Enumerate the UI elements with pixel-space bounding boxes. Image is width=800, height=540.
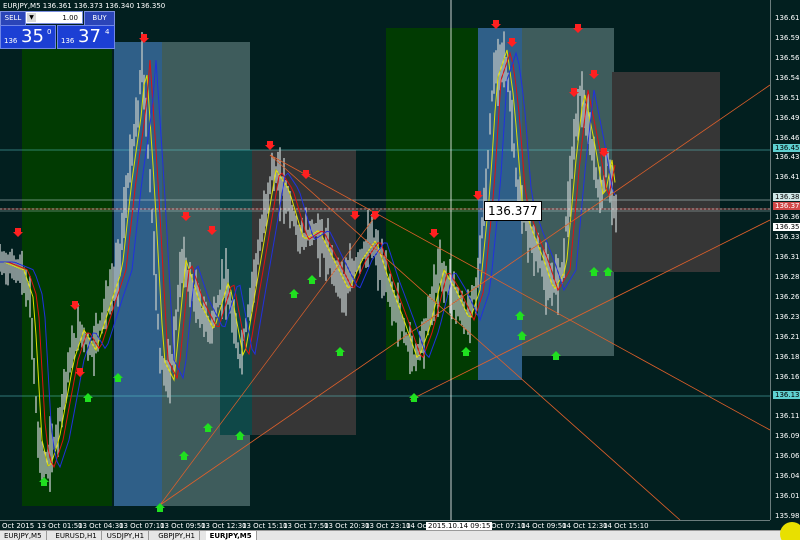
sell-signal-arrow-icon (139, 34, 149, 43)
price-tick: 136.310 (775, 253, 800, 262)
ask-price-box[interactable]: 136 37 4 (57, 25, 115, 49)
price-tick: 136.090 (775, 432, 800, 441)
sell-signal-arrow-icon (265, 141, 275, 150)
chart-tabs: EURJPY,M5 EURUSD,H1 USDJPY,H1 GBPJPY,H1 EURJ… (0, 530, 800, 540)
time-tick: 13 Oct 04:30 (78, 522, 124, 530)
price-tick: 136.540 (775, 73, 800, 82)
price-tick: 136.235 (775, 312, 800, 321)
time-tick: 13 Oct 17:50 (283, 522, 329, 530)
price-tick: 136.185 (775, 352, 800, 361)
bid-price-big: 35 (21, 26, 44, 47)
crosshair-price-label: 136.377 (484, 201, 542, 221)
time-tick: 13 Oct 23:10 (365, 522, 411, 530)
bid-price-box[interactable]: 136 35 0 (0, 25, 56, 49)
symbol-ohlc-readout: EURJPY,M5 136.361 136.373 136.340 136.35… (3, 2, 166, 10)
time-tick: 13 Oct 20:30 (324, 522, 370, 530)
time-tick: 14 Oct 12:30 (562, 522, 608, 530)
price-tick: 136.210 (775, 332, 800, 341)
time-tick: 13 Oct 09:50 (160, 522, 206, 530)
price-tick: 136.515 (775, 93, 800, 102)
chart-tab[interactable]: EURUSD,H1 (51, 531, 102, 540)
sell-button[interactable]: SELL (0, 11, 26, 26)
bid-price-prefix: 136 (4, 37, 18, 45)
crosshair-time-label: 2015.10.14 09:15 (426, 522, 493, 530)
price-tick: 136.335 (775, 233, 800, 242)
sell-signal-arrow-icon (491, 20, 501, 29)
price-level-label: 136.377 (773, 202, 800, 211)
bid-price-fraction: 0 (47, 28, 52, 36)
time-tick: 13 Oct 07:10 (119, 522, 165, 530)
price-tick: 136.260 (775, 292, 800, 301)
price-tick: 136.065 (775, 452, 800, 461)
buy-signal-arrow-icon (409, 393, 419, 402)
time-tick: 14 Oct 15:10 (603, 522, 649, 530)
time-tick: 13 Oct 01:50 (37, 522, 83, 530)
price-level-label: 136.138 (773, 391, 800, 400)
price-tick: 136.435 (775, 153, 800, 162)
price-tick: 136.015 (775, 492, 800, 501)
price-tick: 136.360 (775, 213, 800, 222)
time-tick: 13 Oct 15:10 (242, 522, 288, 530)
price-chart[interactable] (0, 0, 770, 520)
price-level-label: 136.388 (773, 193, 800, 202)
price-tick: 136.040 (775, 472, 800, 481)
time-tick: 14 Oct 09:50 (521, 522, 567, 530)
chart-tab[interactable]: EURJPY,M5 (0, 531, 47, 540)
time-tick: Oct 2015 (2, 522, 35, 530)
ask-price-fraction: 4 (105, 28, 110, 36)
price-tick: 136.490 (775, 113, 800, 122)
price-tick: 136.590 (775, 33, 800, 42)
price-level-label: 136.350 (773, 223, 800, 232)
time-tick: 13 Oct 12:30 (201, 522, 247, 530)
chart-tab[interactable]: EURJPY,M5 (205, 531, 257, 540)
sell-signal-arrow-icon (13, 228, 23, 237)
price-tick: 136.465 (775, 133, 800, 142)
price-tick: 136.410 (775, 173, 800, 182)
price-axis[interactable]: 136.615 136.590 136.565 136.540 136.515 136.4… (770, 0, 800, 520)
chart-tab[interactable]: GBPJPY,H1 (154, 531, 200, 540)
one-click-trading-panel: SELL 1.00 ▼ BUY 136 35 0 136 37 4 (0, 11, 115, 49)
ask-price-big: 37 (78, 26, 101, 47)
buy-button[interactable]: BUY (84, 11, 115, 26)
price-tick: 135.985 (775, 512, 800, 520)
price-tick: 136.615 (775, 14, 800, 22)
quantity-dropdown-icon[interactable]: ▼ (27, 13, 36, 22)
chart-tab[interactable]: USDJPY,H1 (103, 531, 150, 540)
price-tick: 136.565 (775, 53, 800, 62)
price-level-label: 136.451 (773, 143, 800, 152)
ask-price-prefix: 136 (61, 37, 75, 45)
mt4-chart-window: EURJPY,M5 136.361 136.373 136.340 136.35… (0, 0, 800, 540)
price-tick: 136.115 (775, 412, 800, 421)
price-tick: 136.165 (775, 372, 800, 381)
mouse-highlight-icon (780, 522, 800, 540)
zone-evening-2 (612, 72, 720, 272)
price-tick: 136.285 (775, 272, 800, 281)
